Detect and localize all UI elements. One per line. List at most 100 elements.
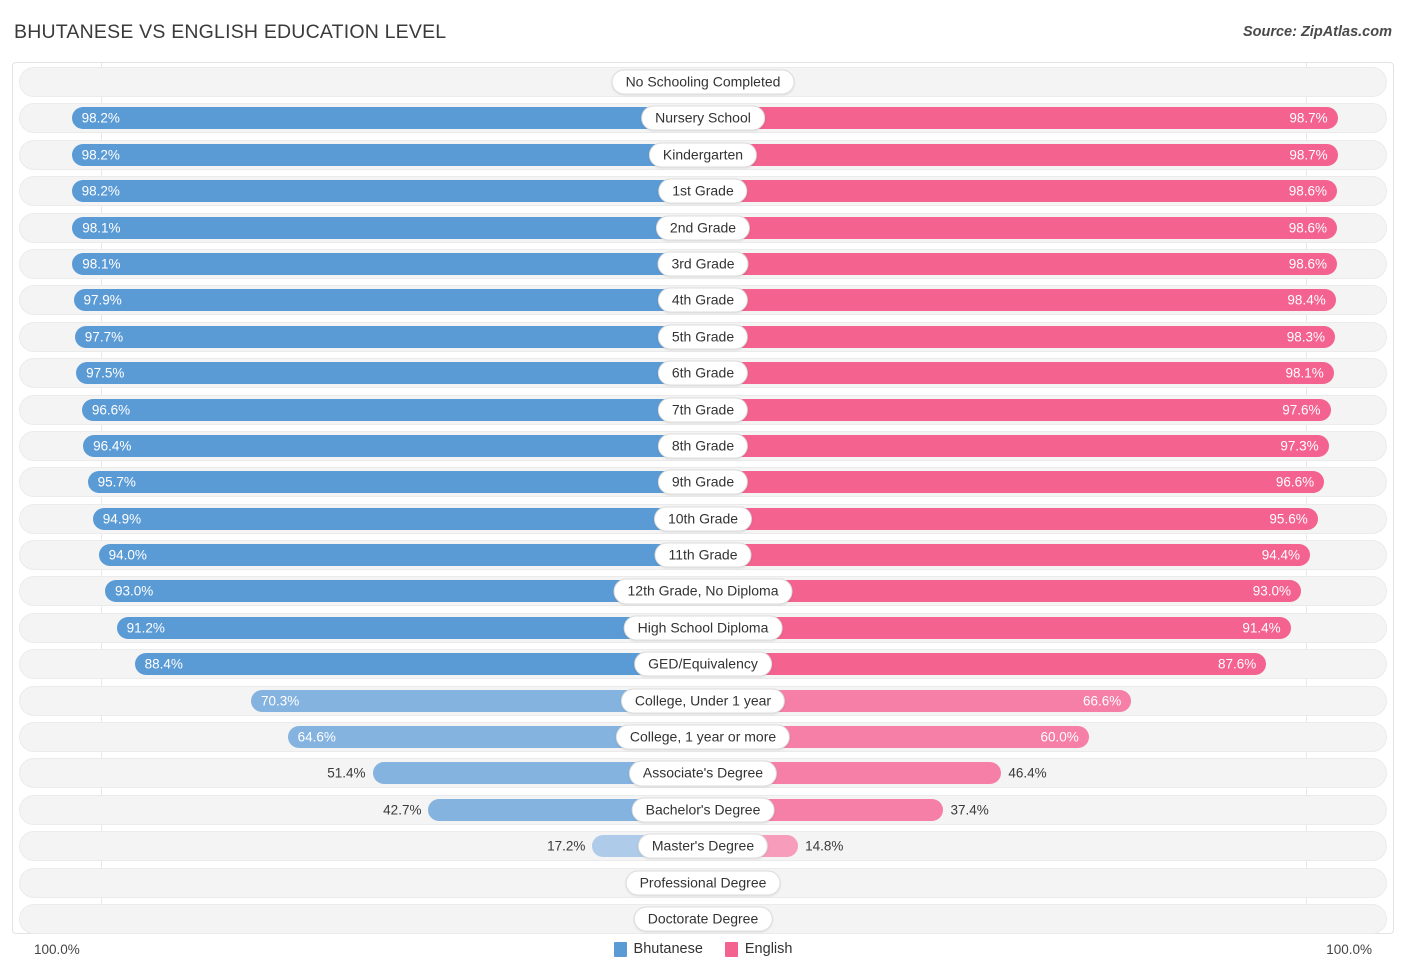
category-label: Associate's Degree (628, 760, 778, 786)
bar-bhutanese: 97.9% (73, 289, 703, 312)
bar-value-english: 97.3% (1280, 438, 1319, 454)
category-label: 9th Grade (657, 469, 749, 495)
category-label: 6th Grade (657, 360, 749, 386)
bar-value-english: 91.4% (1242, 620, 1281, 636)
bar-row: 96.4% 97.3% 8th Grade (19, 430, 1387, 461)
bar-value-english: 98.6% (1288, 256, 1327, 272)
category-label: College, Under 1 year (620, 688, 786, 714)
bar-english: 91.4% (703, 616, 1291, 639)
bar-rows-container: 1.8%1.4%No Schooling Completed 98.2% 98.7%… (13, 67, 1393, 940)
category-label: Professional Degree (625, 870, 781, 896)
category-label: 3rd Grade (657, 251, 749, 277)
bar-row: 17.2% 14.8% Master's Degree (19, 831, 1387, 862)
bar-value-english: 98.3% (1286, 328, 1326, 344)
bar-row: 98.1% 98.6% 2nd Grade (19, 212, 1387, 243)
bar-value-english: 14.8% (805, 838, 844, 854)
category-label: Bachelor's Degree (631, 797, 775, 823)
bar-english: 98.1% (703, 362, 1334, 385)
bar-value-english: 46.4% (1008, 765, 1047, 781)
bar-english: 98.7% (703, 143, 1338, 166)
bar-value-english: 98.7% (1289, 110, 1328, 126)
bar-value-bhutanese: 98.2% (81, 110, 120, 126)
chart-footer: 100.0% 100.0% Bhutanese English (12, 936, 1394, 970)
category-label: College, 1 year or more (615, 724, 791, 750)
category-label: GED/Equivalency (634, 651, 772, 677)
bar-row: 96.6% 97.6% 7th Grade (19, 394, 1387, 425)
bar-value-english: 96.6% (1275, 474, 1315, 490)
bar-value-english: 98.4% (1287, 292, 1326, 308)
bar-value-english: 98.6% (1288, 183, 1327, 199)
category-label: 2nd Grade (655, 215, 751, 241)
bar-value-bhutanese: 94.0% (108, 547, 147, 563)
category-label: 12th Grade, No Diploma (613, 578, 793, 605)
legend-item-english: English (724, 941, 792, 957)
bar-row: 94.0% 94.4% 11th Grade (19, 540, 1387, 571)
page-title: BHUTANESE VS ENGLISH EDUCATION LEVEL (14, 21, 447, 43)
bar-value-bhutanese: 97.5% (86, 365, 125, 381)
bar-value-english: 98.7% (1289, 147, 1328, 163)
bar-value-bhutanese: 98.2% (81, 183, 120, 199)
bar-value-bhutanese: 95.7% (97, 474, 136, 490)
bar-english: 87.6% (703, 653, 1267, 676)
category-label: Doctorate Degree (633, 906, 773, 932)
bar-value-english: 98.1% (1285, 365, 1324, 381)
legend-swatch-icon (613, 941, 627, 957)
bar-bhutanese: 96.6% (81, 398, 703, 421)
bar-value-bhutanese: 17.2% (547, 838, 586, 854)
bar-english: 98.7% (703, 107, 1338, 130)
bar-value-english: 87.6% (1217, 656, 1257, 672)
bar-row: 42.7% 37.4% Bachelor's Degree (19, 794, 1387, 825)
category-label: 11th Grade (654, 542, 752, 568)
bar-bhutanese: 94.0% (98, 544, 703, 567)
legend-item-bhutanese: Bhutanese (613, 941, 703, 957)
category-label: Master's Degree (637, 833, 769, 859)
category-label: Nursery School (641, 105, 765, 131)
bar-bhutanese: 98.2% (71, 107, 703, 130)
bar-row: 5.4%4.4%Professional Degree (19, 867, 1387, 898)
bar-value-bhutanese: 70.3% (260, 692, 300, 708)
bar-row: 64.6% 60.0% College, 1 year or more (19, 722, 1387, 753)
bar-value-english: 97.6% (1282, 401, 1321, 417)
bar-row: 51.4% 46.4% Associate's Degree (19, 758, 1387, 789)
bar-english: 97.3% (703, 434, 1329, 457)
bar-row: 70.3% 66.6% College, Under 1 year (19, 685, 1387, 716)
bar-english: 95.6% (703, 507, 1318, 530)
bar-value-english: 95.6% (1269, 510, 1308, 526)
category-label: 4th Grade (657, 287, 749, 313)
bar-value-english: 93.0% (1252, 583, 1291, 599)
bar-row: 98.1% 98.6% 3rd Grade (19, 248, 1387, 279)
bar-value-bhutanese: 98.1% (82, 219, 121, 235)
bar-value-english: 66.6% (1082, 692, 1122, 708)
bar-value-bhutanese: 94.9% (102, 510, 142, 526)
category-label: Kindergarten (648, 142, 758, 168)
bar-row: 98.2% 98.7% Nursery School (19, 103, 1387, 134)
bar-row: 97.7% 98.3% 5th Grade (19, 321, 1387, 352)
category-label: 1st Grade (658, 178, 748, 204)
category-label: No Schooling Completed (611, 69, 795, 95)
bar-value-english: 94.4% (1261, 547, 1300, 563)
chart-header: BHUTANESE VS ENGLISH EDUCATION LEVEL Sou… (0, 0, 1406, 58)
bar-row: 95.7% 96.6% 9th Grade (19, 467, 1387, 498)
bar-bhutanese: 97.5% (76, 362, 703, 385)
bar-bhutanese: 98.2% (71, 143, 703, 166)
bar-bhutanese: 97.7% (74, 325, 703, 348)
bar-value-bhutanese: 42.7% (383, 802, 422, 818)
bar-english: 93.0% (703, 580, 1301, 603)
bar-value-bhutanese: 93.0% (115, 583, 154, 599)
bar-row: 91.2% 91.4% High School Diploma (19, 612, 1387, 643)
bar-row: 97.5% 98.1% 6th Grade (19, 358, 1387, 389)
bar-bhutanese: 88.4% (134, 653, 703, 676)
category-label: 5th Grade (657, 324, 749, 350)
bar-bhutanese: 95.7% (87, 471, 703, 494)
bar-bhutanese: 94.9% (92, 507, 703, 530)
legend-swatch-icon (724, 941, 738, 957)
legend-label: Bhutanese (633, 941, 703, 957)
bar-english: 98.6% (703, 216, 1337, 239)
bar-bhutanese: 98.1% (72, 216, 703, 239)
bar-row: 2.3%1.9%Doctorate Degree (19, 903, 1387, 934)
bar-english: 98.6% (703, 180, 1337, 203)
source-attribution: Source: ZipAtlas.com (1242, 24, 1392, 40)
bar-value-bhutanese: 98.1% (82, 256, 121, 272)
bar-row: 94.9% 95.6% 10th Grade (19, 503, 1387, 534)
bar-value-bhutanese: 96.4% (93, 438, 132, 454)
